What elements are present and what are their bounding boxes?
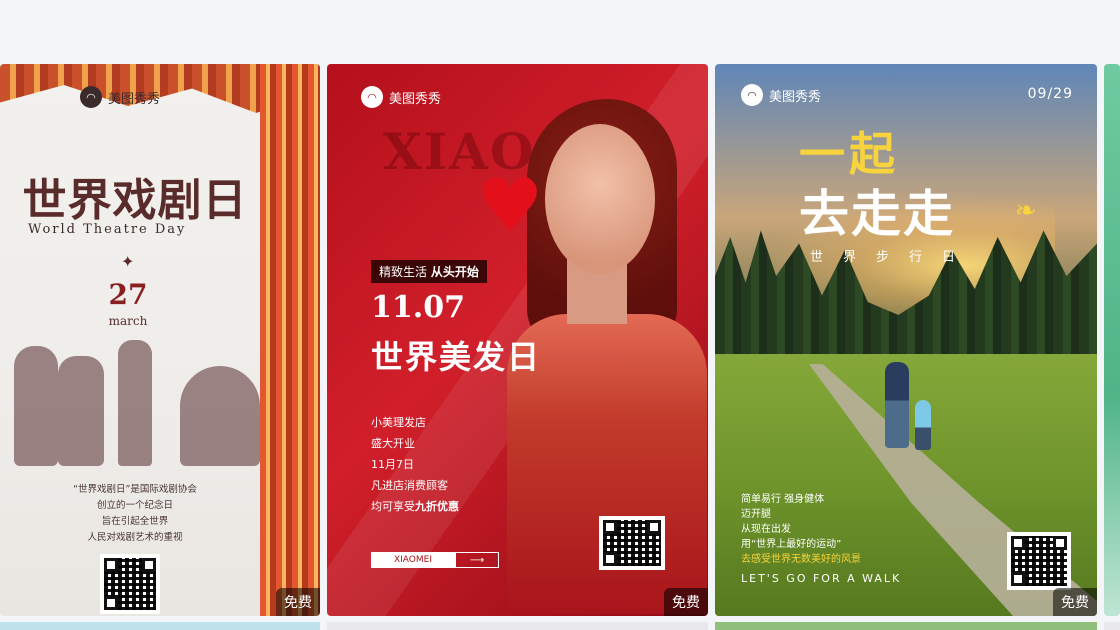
info-line: 用“世界上最好的运动”	[741, 539, 842, 550]
poster-info: 简单易行 强身健体 迈开腿 从现在出发 用“世界上最好的运动” 去感受世界无数美…	[741, 492, 861, 567]
free-badge: 免费	[276, 588, 320, 616]
poster-description: “世界戏剧日”是国际戏剧协会 创立的一个纪念日 旨在引起全世界 人民对戏剧艺术的…	[40, 482, 230, 546]
brand-name: 美图秀秀	[769, 89, 822, 105]
next-row-card-edge[interactable]	[0, 622, 320, 630]
meitu-logo-icon: ◠	[361, 86, 383, 108]
silhouette-figure	[58, 356, 104, 466]
top-bar	[0, 0, 1120, 64]
brand: ◠ 美图秀秀	[80, 86, 160, 108]
free-badge: 免费	[1053, 588, 1097, 616]
heart-icon: ♥	[477, 163, 544, 249]
info-line: 从现在出发	[741, 524, 791, 535]
poster-subtitle: 世界步行日	[810, 250, 976, 265]
poster-subtitle: World Theatre Day	[28, 222, 187, 237]
template-card-hair-day[interactable]: XIAO ♥ ◠ 美图秀秀 精致生活 从头开始 11.07 世界美发日 小美理发…	[327, 64, 708, 616]
brand: ◠ 美图秀秀	[741, 84, 821, 106]
qr-code-icon	[100, 554, 160, 614]
silhouette-figure	[118, 340, 152, 466]
adult-walker-figure	[885, 362, 909, 448]
diamond-icon: ✦	[121, 252, 135, 271]
poster-date: 09/29	[1027, 86, 1073, 102]
brand-name: 美图秀秀	[108, 91, 161, 107]
template-card-theatre-day[interactable]: ◠ 美图秀秀 世界戏剧日 World Theatre Day ✦ 27 marc…	[0, 64, 320, 616]
free-badge: 免费	[664, 588, 708, 616]
template-card-walking-day[interactable]: ◠ 美图秀秀 09/29 一起 去走走 ❧ 世界步行日 简单易行 强身健体 迈开…	[715, 64, 1097, 616]
description-line: “世界戏剧日”是国际戏剧协会	[73, 484, 197, 495]
qr-code-icon	[1007, 532, 1071, 590]
info-line: 小美理发店	[371, 416, 426, 429]
info-line: 均可享受九折优惠	[371, 496, 459, 517]
footprint-icon: ❧	[1015, 196, 1037, 226]
poster-info: 小美理发店 盛大开业 11月7日 凡进店消费顾客 均可享受九折优惠	[371, 412, 459, 517]
next-row-card-edge[interactable]	[715, 622, 1097, 630]
description-line: 创立的一个纪念日	[96, 500, 173, 511]
qr-code-icon	[599, 516, 665, 570]
next-row-card-edge[interactable]	[1104, 622, 1120, 630]
poster-button-label: XIAOMEI	[371, 552, 455, 568]
model-face	[545, 124, 655, 274]
info-line: 迈开腿	[741, 509, 771, 520]
info-line: 凡进店消费顾客	[371, 479, 448, 492]
description-line: 旨在引起全世界	[101, 516, 169, 527]
poster-tag: 精致生活 从头开始	[371, 260, 487, 283]
info-highlight: 九折优惠	[415, 500, 459, 513]
info-line: 11月7日	[371, 458, 414, 471]
poster-month: march	[108, 314, 148, 328]
arrow-right-icon: ⟶	[455, 552, 499, 568]
poster-title: 世界美发日	[371, 338, 542, 376]
poster-button: XIAOMEI ⟶	[371, 552, 499, 568]
meitu-logo-icon: ◠	[80, 86, 102, 108]
poster-title: 世界戏剧日	[22, 175, 248, 226]
info-line: 简单易行 强身健体	[741, 494, 825, 505]
brand: ◠ 美图秀秀	[361, 86, 441, 108]
info-highlight: 去感受世界无数美好的风景	[741, 554, 861, 565]
poster-date: 11.07	[371, 290, 465, 325]
info-text: 均可享受	[371, 500, 415, 513]
next-row-card-edge[interactable]	[327, 622, 708, 630]
info-line: 盛大开业	[371, 437, 415, 450]
child-walker-figure	[915, 400, 931, 450]
description-line: 人民对戏剧艺术的重视	[87, 532, 183, 543]
template-card-partial[interactable]	[1104, 64, 1120, 616]
meitu-logo-icon: ◠	[741, 84, 763, 106]
tag-bold: 从头开始	[430, 265, 479, 279]
curtain-right-decoration	[260, 64, 320, 616]
tag-prefix: 精致生活	[379, 265, 428, 279]
poster-title-line2: 去走走	[799, 184, 955, 243]
silhouette-figure	[14, 346, 58, 466]
silhouette-figure	[180, 366, 260, 466]
walk-slogan: LET'S GO FOR A WALK	[741, 572, 902, 585]
poster-date: 27	[108, 278, 148, 311]
brand-name: 美图秀秀	[389, 91, 442, 107]
